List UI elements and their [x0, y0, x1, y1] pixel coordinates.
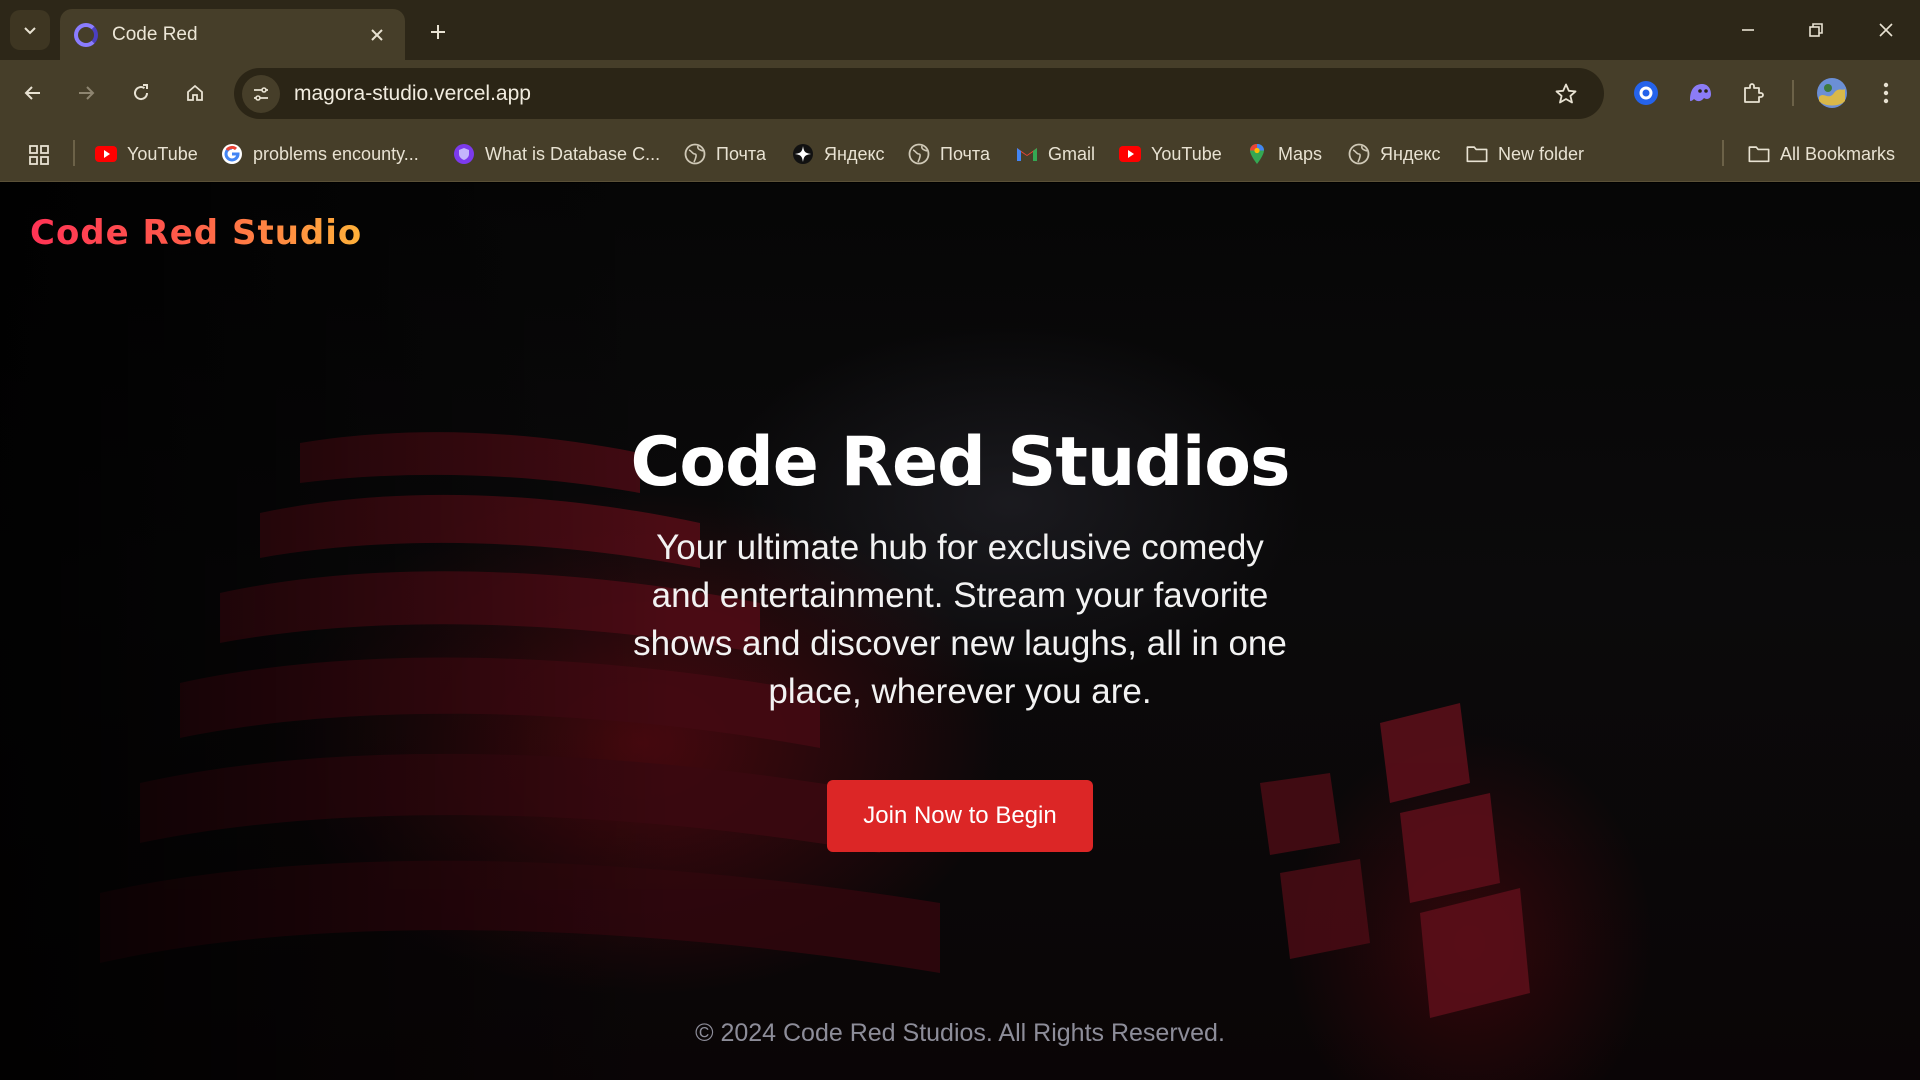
- close-window-button[interactable]: [1862, 10, 1910, 50]
- forward-button[interactable]: [64, 71, 108, 115]
- site-logo[interactable]: Code Red Studio: [30, 213, 362, 253]
- bookmark-label: Яндекс: [1380, 143, 1441, 164]
- bookmark-item[interactable]: Почта: [908, 138, 990, 170]
- shield-icon: [453, 143, 475, 165]
- bookmark-label: Почта: [940, 143, 990, 164]
- globe-icon: [1348, 143, 1370, 165]
- bookmark-label: What is Database C...: [485, 143, 661, 164]
- tab-search-button[interactable]: [10, 10, 50, 50]
- reload-icon: [134, 84, 149, 101]
- home-button[interactable]: [173, 71, 217, 115]
- bookmark-item[interactable]: problems encounty...: [221, 138, 419, 170]
- more-vertical-icon: [1883, 82, 1889, 104]
- site-info-button[interactable]: [242, 74, 280, 113]
- bookmark-label: YouTube: [127, 143, 198, 164]
- all-bookmarks-button[interactable]: All Bookmarks: [1748, 138, 1895, 170]
- bookmark-label: Maps: [1278, 143, 1323, 164]
- bookmark-item[interactable]: Почта: [684, 138, 766, 170]
- extension-button[interactable]: [1680, 73, 1720, 113]
- youtube-icon: [1119, 143, 1141, 165]
- home-icon: [187, 84, 203, 101]
- hero-subtitle: Your ultimate hub for exclusive comedy a…: [633, 528, 1287, 711]
- bookmark-label: Gmail: [1048, 143, 1096, 164]
- browser-menu-button[interactable]: [1866, 73, 1906, 113]
- bookmark-item[interactable]: Gmail: [1016, 138, 1095, 170]
- join-now-button[interactable]: Join Now to Begin: [827, 780, 1093, 852]
- puzzle-icon: [1744, 83, 1764, 103]
- globe-icon: [908, 143, 930, 165]
- hero-title: Code Red Studios: [630, 423, 1291, 502]
- extension-button[interactable]: [1626, 73, 1666, 113]
- toolbar-divider: [1792, 80, 1794, 106]
- new-tab-button[interactable]: [420, 14, 456, 50]
- browser-toolbar: magora-studio.vercel.app: [0, 60, 1920, 126]
- active-tab[interactable]: Code Red: [60, 9, 405, 60]
- bookmark-label: Почта: [716, 143, 766, 164]
- apps-grid-icon: [29, 145, 49, 165]
- bookmark-item[interactable]: YouTube: [1119, 138, 1222, 170]
- bookmark-item[interactable]: Яндекс: [1348, 138, 1441, 170]
- tune-icon: [254, 86, 268, 101]
- extension-target-icon: [1634, 81, 1658, 105]
- google-icon: [221, 143, 243, 165]
- tab-title: Code Red: [112, 23, 198, 45]
- gmail-icon: [1016, 143, 1038, 165]
- bookmark-item[interactable]: What is Database C...: [453, 138, 660, 170]
- bookmarks-divider: [73, 140, 75, 166]
- address-bar[interactable]: magora-studio.vercel.app: [234, 68, 1604, 119]
- tab-close-button[interactable]: [363, 21, 391, 49]
- bookmark-label: Яндекс: [824, 143, 885, 164]
- all-bookmarks-label: All Bookmarks: [1780, 143, 1896, 164]
- globe-icon: [684, 143, 706, 165]
- restore-button[interactable]: [1792, 10, 1840, 50]
- bookmark-label: YouTube: [1151, 143, 1222, 164]
- back-button[interactable]: [11, 71, 55, 115]
- close-icon: [1879, 23, 1893, 37]
- chevron-down-icon: [24, 27, 36, 35]
- youtube-icon: [95, 143, 117, 165]
- arrow-left-icon: [24, 86, 40, 100]
- plus-icon: [431, 25, 445, 39]
- avatar: [1817, 78, 1847, 108]
- apps-button[interactable]: [22, 138, 56, 172]
- spark-icon: [792, 143, 814, 165]
- bookmark-label: New folder: [1498, 143, 1585, 164]
- restore-icon: [1809, 23, 1823, 37]
- bookmark-item[interactable]: Яндекс: [792, 138, 885, 170]
- tab-strip: Code Red: [0, 0, 1920, 60]
- folder-icon: [1748, 143, 1770, 165]
- bookmarks-bar: YouTube problems encounty... What is Dat…: [0, 126, 1920, 182]
- hero-section: Code Red Studios Your ultimate hub for e…: [560, 423, 1360, 852]
- bookmark-label: problems encounty...: [253, 143, 419, 164]
- extensions-menu-button[interactable]: [1733, 73, 1773, 113]
- page-content: Code Red Studio Code Red Studios Your ul…: [0, 183, 1920, 1080]
- folder-icon: [1466, 143, 1488, 165]
- bookmarks-divider: [1722, 140, 1724, 166]
- minimize-icon: [1742, 29, 1754, 31]
- profile-button[interactable]: [1812, 73, 1852, 113]
- maps-pin-icon: [1246, 143, 1268, 165]
- footer-copyright: © 2024 Code Red Studios. All Rights Rese…: [695, 1019, 1225, 1047]
- star-icon: [1555, 83, 1577, 103]
- minimize-button[interactable]: [1724, 10, 1772, 50]
- site-favicon-icon: [74, 22, 98, 47]
- extension-ghost-icon: [1690, 84, 1711, 102]
- bookmark-star-button[interactable]: [1546, 74, 1586, 114]
- reload-button[interactable]: [119, 71, 163, 115]
- bookmark-folder[interactable]: New folder: [1466, 138, 1584, 170]
- close-icon: [371, 28, 383, 41]
- bookmark-item[interactable]: YouTube: [95, 138, 198, 170]
- arrow-right-icon: [79, 86, 95, 100]
- url-text[interactable]: magora-studio.vercel.app: [294, 82, 1546, 106]
- bookmark-item[interactable]: Maps: [1246, 138, 1322, 170]
